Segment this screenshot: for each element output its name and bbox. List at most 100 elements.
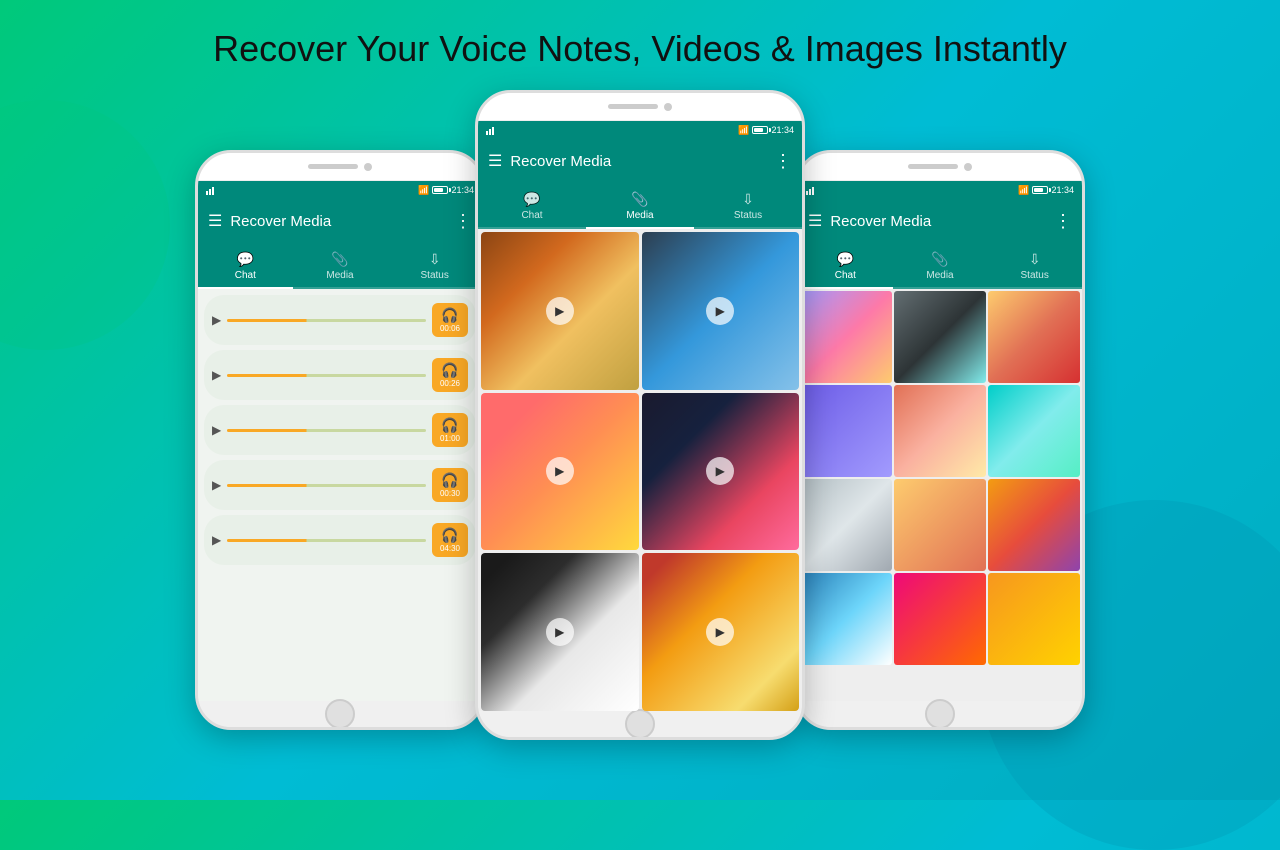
- more-icon-center[interactable]: ⋮: [774, 151, 792, 172]
- image-thumb-3[interactable]: [988, 291, 1080, 383]
- phones-container: 📶 21:34 ☰ Recover Media ⋮ 💬 Chat: [0, 90, 1280, 740]
- camera-right: [964, 163, 972, 171]
- app-title-center: Recover Media: [510, 153, 766, 170]
- speaker-right: [908, 164, 958, 169]
- more-icon-right[interactable]: ⋮: [1054, 211, 1072, 232]
- tab-status-left[interactable]: ⇩ Status: [387, 243, 482, 289]
- tab-chat-left[interactable]: 💬 Chat: [198, 243, 293, 289]
- phone-top-right: [798, 153, 1082, 181]
- time-right: 21:34: [1051, 185, 1074, 195]
- headphone-5: 🎧: [441, 527, 458, 544]
- tab-status-label-center: Status: [734, 210, 762, 221]
- tab-status-right[interactable]: ⇩ Status: [987, 243, 1082, 289]
- waveform-5: [227, 539, 426, 542]
- tab-chat-label-left: Chat: [235, 270, 256, 281]
- waveform-3: [227, 429, 426, 432]
- phone-top-center: [478, 93, 802, 121]
- chat-icon-right: 💬: [837, 251, 854, 268]
- image-thumb-6[interactable]: [988, 385, 1080, 477]
- image-thumb-9[interactable]: [988, 479, 1080, 571]
- voice-item-4: ▶ 🎧 00:30: [204, 460, 476, 510]
- status-bar-left: 📶 21:34: [198, 181, 482, 199]
- tab-media-right[interactable]: 📎 Media: [893, 243, 988, 289]
- battery-left: [432, 186, 448, 194]
- media-thumb-1[interactable]: ▶: [481, 232, 639, 390]
- tabs-left: 💬 Chat 📎 Media ⇩ Status: [198, 243, 482, 289]
- tab-status-center[interactable]: ⇩ Status: [694, 183, 802, 229]
- image-thumb-12[interactable]: [988, 573, 1080, 665]
- app-title-right: Recover Media: [830, 213, 1046, 230]
- media-thumb-6[interactable]: ▶: [642, 553, 800, 711]
- play-btn-4[interactable]: ▶: [212, 478, 221, 492]
- tab-media-label-right: Media: [926, 270, 953, 281]
- media-content: ▶ ▶ ▶ ▶ ▶ ▶: [478, 229, 802, 711]
- headphone-3: 🎧: [441, 417, 458, 434]
- screen-right: 📶 21:34 ☰ Recover Media ⋮ 💬 Chat 📎: [798, 181, 1082, 701]
- play-overlay-6: ▶: [706, 618, 734, 646]
- phone-top-left: [198, 153, 482, 181]
- media-grid: ▶ ▶ ▶ ▶ ▶ ▶: [478, 229, 802, 711]
- tab-status-label-left: Status: [421, 270, 449, 281]
- headphone-2: 🎧: [441, 362, 458, 379]
- play-btn-2[interactable]: ▶: [212, 368, 221, 382]
- tab-chat-center[interactable]: 💬 Chat: [478, 183, 586, 229]
- voice-time-2: 00:26: [440, 379, 460, 388]
- home-btn-left[interactable]: [325, 699, 355, 729]
- play-overlay-5: ▶: [546, 618, 574, 646]
- chat-icon-left: 💬: [237, 251, 254, 268]
- tab-media-left[interactable]: 📎 Media: [293, 243, 388, 289]
- waveform-2: [227, 374, 426, 377]
- play-overlay-4: ▶: [706, 457, 734, 485]
- home-btn-center[interactable]: [625, 709, 655, 739]
- play-overlay-2: ▶: [706, 297, 734, 325]
- image-thumb-7[interactable]: [800, 479, 892, 571]
- play-btn-3[interactable]: ▶: [212, 423, 221, 437]
- speaker-left: [308, 164, 358, 169]
- voice-badge-4: 🎧 00:30: [432, 468, 468, 502]
- tab-chat-label-right: Chat: [835, 270, 856, 281]
- image-thumb-1[interactable]: [800, 291, 892, 383]
- image-content: [798, 289, 1082, 701]
- home-btn-right[interactable]: [925, 699, 955, 729]
- menu-icon-right[interactable]: ☰: [808, 211, 822, 231]
- image-thumb-5[interactable]: [894, 385, 986, 477]
- voice-item-5: ▶ 🎧 04:30: [204, 515, 476, 565]
- voice-badge-3: 🎧 01:00: [432, 413, 468, 447]
- image-thumb-10[interactable]: [800, 573, 892, 665]
- waveform-4: [227, 484, 426, 487]
- voice-item-3: ▶ 🎧 01:00: [204, 405, 476, 455]
- image-thumb-11[interactable]: [894, 573, 986, 665]
- screen-left: 📶 21:34 ☰ Recover Media ⋮ 💬 Chat: [198, 181, 482, 701]
- phone-bottom-right: [798, 701, 1082, 727]
- status-right-center: 📶 21:34: [738, 125, 794, 136]
- image-thumb-4[interactable]: [800, 385, 892, 477]
- tab-chat-right[interactable]: 💬 Chat: [798, 243, 893, 289]
- media-thumb-4[interactable]: ▶: [642, 393, 800, 551]
- wifi-icon-center: 📶: [738, 125, 749, 136]
- voice-time-1: 00:06: [440, 324, 460, 333]
- signal-right: [806, 185, 814, 195]
- voice-badge-5: 🎧 04:30: [432, 523, 468, 557]
- media-thumb-5[interactable]: ▶: [481, 553, 639, 711]
- status-bar-center: 📶 21:34: [478, 121, 802, 139]
- image-thumb-8[interactable]: [894, 479, 986, 571]
- menu-icon-left[interactable]: ☰: [208, 211, 222, 231]
- status-bar-right: 📶 21:34: [798, 181, 1082, 199]
- waveform-1: [227, 319, 426, 322]
- battery-right: [1032, 186, 1048, 194]
- time-center: 21:34: [771, 125, 794, 135]
- tab-media-center[interactable]: 📎 Media: [586, 183, 694, 229]
- screen-center: 📶 21:34 ☰ Recover Media ⋮ 💬 Chat 📎: [478, 121, 802, 711]
- media-thumb-2[interactable]: ▶: [642, 232, 800, 390]
- wifi-icon-left: 📶: [418, 185, 429, 196]
- play-btn-1[interactable]: ▶: [212, 313, 221, 327]
- menu-icon-center[interactable]: ☰: [488, 151, 502, 171]
- more-icon-left[interactable]: ⋮: [454, 211, 472, 232]
- image-thumb-2[interactable]: [894, 291, 986, 383]
- signal-center: [486, 125, 494, 135]
- media-thumb-3[interactable]: ▶: [481, 393, 639, 551]
- tab-media-label-left: Media: [326, 270, 353, 281]
- tabs-center: 💬 Chat 📎 Media ⇩ Status: [478, 183, 802, 229]
- play-btn-5[interactable]: ▶: [212, 533, 221, 547]
- voice-badge-2: 🎧 00:26: [432, 358, 468, 392]
